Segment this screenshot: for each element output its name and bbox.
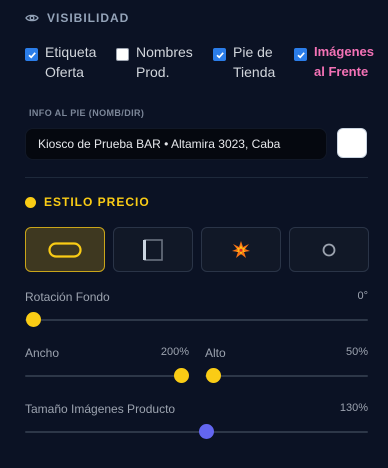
checkbox-box[interactable] xyxy=(116,48,129,61)
checkbox-box[interactable] xyxy=(213,48,226,61)
rotacion-track[interactable] xyxy=(25,319,368,321)
visibilidad-title: VISIBILIDAD xyxy=(47,11,130,25)
estilo-precio-title: ESTILO PRECIO xyxy=(44,195,150,209)
check-icon xyxy=(296,51,305,59)
rotacion-thumb[interactable] xyxy=(25,312,41,327)
ancho-track[interactable] xyxy=(25,375,189,377)
eye-icon xyxy=(25,14,39,22)
ancho-value: 200% xyxy=(160,346,189,358)
checkbox-label: Nombres Prod. xyxy=(136,44,193,80)
alto-value: 50% xyxy=(345,346,368,358)
visibilidad-header: VISIBILIDAD xyxy=(25,11,129,25)
checkbox-pie-de-tienda[interactable]: Pie de Tienda xyxy=(213,42,281,82)
square-icon xyxy=(143,238,163,261)
checkbox-box[interactable] xyxy=(25,48,38,61)
checkbox-label: Imágenes al Frente xyxy=(314,44,374,79)
tamano-value: 130% xyxy=(339,402,368,414)
alto-label: Alto xyxy=(205,346,226,360)
estilo-precio-header: ESTILO PRECIO xyxy=(25,195,150,209)
style-option-explosion[interactable] xyxy=(201,227,281,272)
color-swatch[interactable] xyxy=(337,128,367,158)
checkbox-imagenes-al-frente[interactable]: Imágenes al Frente xyxy=(294,42,384,82)
dot-icon xyxy=(25,196,36,208)
info-pie-input[interactable] xyxy=(25,128,327,160)
checkbox-nombres-prod[interactable]: Nombres Prod. xyxy=(116,42,196,82)
style-option-square[interactable] xyxy=(113,227,193,272)
style-option-circle[interactable] xyxy=(289,227,369,272)
alto-track[interactable] xyxy=(205,375,368,377)
rotacion-label: Rotación Fondo xyxy=(25,290,110,304)
info-pie-title: INFO AL PIE (NOMB/DIR) xyxy=(29,108,145,118)
ancho-label: Ancho xyxy=(25,346,60,360)
check-icon xyxy=(27,51,36,59)
rotacion-value: 0° xyxy=(357,290,368,302)
checkbox-box[interactable] xyxy=(294,48,307,61)
checkbox-etiqueta-oferta[interactable]: Etiqueta Oferta xyxy=(25,42,115,82)
pill-icon xyxy=(48,241,82,258)
checkbox-label: Pie de Tienda xyxy=(233,44,276,80)
alto-thumb[interactable] xyxy=(205,368,221,383)
explosion-icon xyxy=(232,240,250,258)
tamano-thumb[interactable] xyxy=(198,424,214,439)
circle-icon xyxy=(322,243,336,256)
tamano-track[interactable] xyxy=(25,431,368,433)
check-icon xyxy=(215,51,224,59)
ancho-thumb[interactable] xyxy=(173,368,189,383)
tamano-label: Tamaño Imágenes Producto xyxy=(25,402,176,416)
checkbox-label: Etiqueta Oferta xyxy=(45,44,97,80)
style-option-pill[interactable] xyxy=(25,227,105,272)
divider xyxy=(25,177,368,178)
